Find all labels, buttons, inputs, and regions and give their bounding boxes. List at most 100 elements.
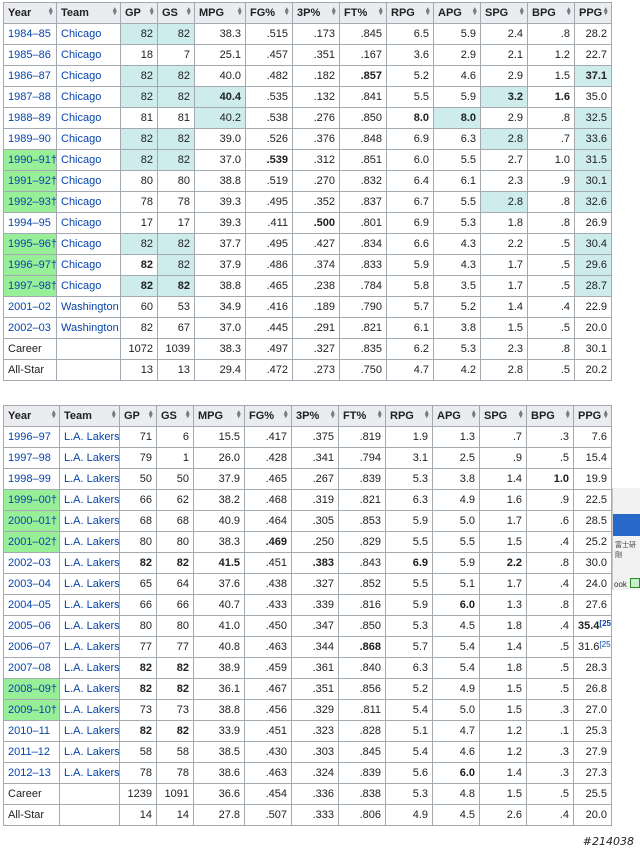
cell-team[interactable]: L.A. Lakers [59,678,120,700]
column-header-apg[interactable]: APG ▴ ▾ [432,405,480,427]
season-link[interactable]: 1984–85 [8,28,51,40]
column-header-bpg[interactable]: BPG ▴ ▾ [527,2,575,24]
checkbox-icon[interactable] [630,578,640,588]
cell-team[interactable]: L.A. Lakers [59,468,120,490]
sort-icon[interactable]: ▴ ▾ [473,6,478,17]
cell-year[interactable]: 1997–98 [3,447,60,469]
cell-team[interactable]: L.A. Lakers [59,594,120,616]
cell-year[interactable]: 1998–99 [3,468,60,490]
team-link[interactable]: L.A. Lakers [64,557,119,569]
cell-year[interactable]: 2011–12 [3,741,60,763]
season-link[interactable]: 2003–04 [8,578,51,590]
cell-team[interactable]: L.A. Lakers [59,573,120,595]
cell-team[interactable]: Chicago [56,44,121,66]
column-header-mpg[interactable]: MPG ▴ ▾ [194,2,246,24]
season-link[interactable]: 2010–11 [8,725,50,737]
season-link[interactable]: 1985–86 [8,49,51,61]
season-link[interactable]: 1991–92† [8,175,56,187]
season-link[interactable]: 1989–90 [8,133,51,145]
team-link[interactable]: L.A. Lakers [64,578,119,590]
cell-year[interactable]: 1986–87 [3,65,57,87]
sort-icon[interactable]: ▴ ▾ [520,6,525,17]
season-link[interactable]: 2001–02 [8,301,51,313]
cell-year[interactable]: 1987–88 [3,86,57,108]
column-header-fg[interactable]: FG% ▴ ▾ [245,2,293,24]
cell-year[interactable]: 1984–85 [3,23,57,45]
team-link[interactable]: Chicago [61,112,101,124]
cell-team[interactable]: L.A. Lakers [59,510,120,532]
team-link[interactable]: Chicago [61,91,101,103]
cell-year[interactable]: 2007–08 [3,657,60,679]
cell-team[interactable]: L.A. Lakers [59,552,120,574]
sort-icon[interactable]: ▴ ▾ [285,6,290,17]
team-link[interactable]: L.A. Lakers [64,452,119,464]
cell-team[interactable]: Washington [56,317,121,339]
cell-year[interactable]: 1991–92† [3,170,57,192]
team-link[interactable]: Chicago [61,49,101,61]
cell-year[interactable]: 2003–04 [3,573,60,595]
team-link[interactable]: L.A. Lakers [64,473,119,485]
cell-team[interactable]: L.A. Lakers [59,720,120,742]
cell-year[interactable]: 2001–02 [3,296,57,318]
cell-team[interactable]: Chicago [56,212,121,234]
season-link[interactable]: 1988–89 [8,112,51,124]
team-link[interactable]: L.A. Lakers [64,515,119,527]
season-link[interactable]: 2006–07 [8,641,51,653]
sort-icon[interactable]: ▴ ▾ [186,409,191,420]
column-header-year[interactable]: Year ▴ ▾ [3,2,57,24]
team-link[interactable]: L.A. Lakers [64,599,119,611]
sort-icon[interactable]: ▴ ▾ [567,6,572,17]
cell-year[interactable]: 1985–86 [3,44,57,66]
sort-icon[interactable]: ▴ ▾ [113,6,118,17]
team-link[interactable]: Washington [61,301,119,313]
cell-year[interactable]: 1994–95 [3,212,57,234]
sort-icon[interactable]: ▴ ▾ [237,409,242,420]
column-header-spg[interactable]: SPG ▴ ▾ [480,2,528,24]
team-link[interactable]: L.A. Lakers [64,767,119,779]
cell-team[interactable]: Chicago [56,275,121,297]
team-link[interactable]: L.A. Lakers [64,662,119,674]
cell-year[interactable]: 2001–02† [3,531,60,553]
cell-team[interactable]: L.A. Lakers [59,762,120,784]
cell-year[interactable]: 2002–03 [3,317,57,339]
column-header-tp[interactable]: 3P% ▴ ▾ [292,2,340,24]
cell-team[interactable]: Chicago [56,233,121,255]
column-header-ft[interactable]: FT% ▴ ▾ [338,405,386,427]
season-link[interactable]: 2000–01† [8,515,57,527]
cell-team[interactable]: Washington [56,296,121,318]
cell-year[interactable]: 1995–96† [3,233,57,255]
sort-icon[interactable]: ▴ ▾ [150,6,155,17]
column-header-gs[interactable]: GS ▴ ▾ [157,2,195,24]
citation-link[interactable]: [257] [599,640,610,649]
season-link[interactable]: 2004–05 [8,599,51,611]
column-header-spg[interactable]: SPG ▴ ▾ [479,405,527,427]
team-link[interactable]: L.A. Lakers [64,725,119,737]
team-link[interactable]: Chicago [61,70,101,82]
sort-icon[interactable]: ▴ ▾ [52,409,57,420]
season-link[interactable]: 2002–03 [8,322,51,334]
team-link[interactable]: L.A. Lakers [64,431,119,443]
sort-icon[interactable]: ▴ ▾ [472,409,477,420]
cell-year[interactable]: 2004–05 [3,594,60,616]
sort-icon[interactable]: ▴ ▾ [187,6,192,17]
cell-year[interactable]: 1996–97 [3,426,60,448]
team-link[interactable]: L.A. Lakers [64,620,119,632]
season-link[interactable]: 2012–13 [8,767,51,779]
column-header-team[interactable]: Team ▴ ▾ [59,405,120,427]
season-link[interactable]: 1990–91† [8,154,56,166]
cell-year[interactable]: 2010–11 [3,720,60,742]
season-link[interactable]: 2011–12 [8,746,50,758]
season-link[interactable]: 1997–98 [8,452,51,464]
cell-year[interactable]: 1990–91† [3,149,57,171]
team-link[interactable]: L.A. Lakers [64,494,119,506]
cell-team[interactable]: L.A. Lakers [59,741,120,763]
sort-icon[interactable]: ▴ ▾ [425,409,430,420]
season-link[interactable]: 1999–00† [8,494,57,506]
column-header-gs[interactable]: GS ▴ ▾ [156,405,194,427]
column-header-mpg[interactable]: MPG ▴ ▾ [193,405,245,427]
season-link[interactable]: 1998–99 [8,473,51,485]
sort-icon[interactable]: ▴ ▾ [379,6,384,17]
season-link[interactable]: 2009–10† [8,704,57,716]
column-header-apg[interactable]: APG ▴ ▾ [433,2,481,24]
cell-year[interactable]: 1996–97† [3,254,57,276]
